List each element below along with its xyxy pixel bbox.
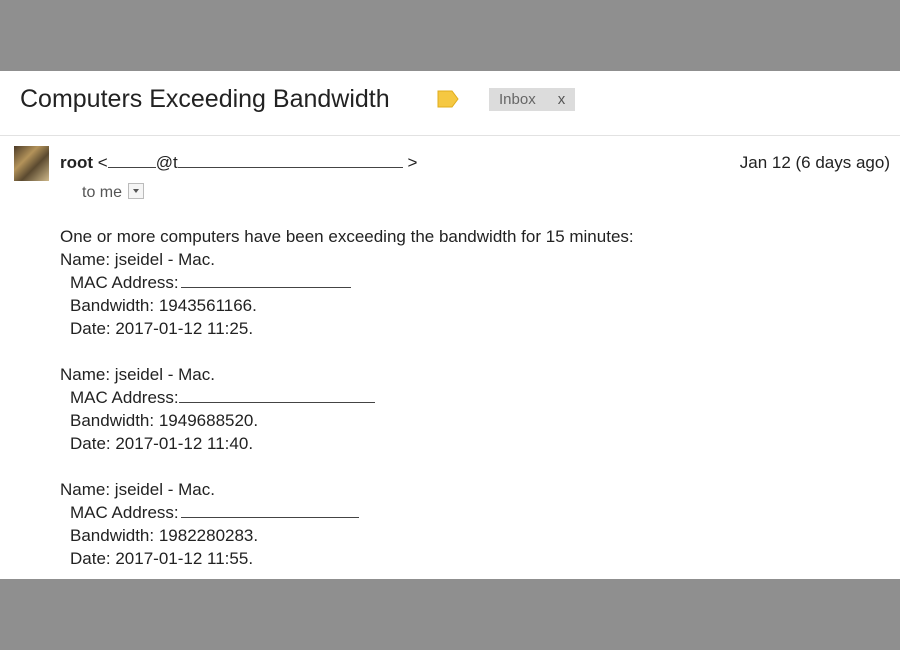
- entry-mac: MAC Address:: [60, 501, 880, 524]
- redacted-mac: [178, 388, 375, 403]
- entry-mac: MAC Address:: [60, 386, 880, 409]
- subject-header: Computers Exceeding Bandwidth Inbox x: [0, 71, 900, 136]
- mac-label: MAC Address:: [70, 503, 179, 522]
- entry-mac: MAC Address:: [60, 271, 880, 294]
- mac-label: MAC Address:: [70, 273, 179, 292]
- entry-bandwidth: Bandwidth: 1982280283.: [70, 526, 259, 545]
- recipient-label: to me: [82, 184, 123, 201]
- entry-bandwidth: Bandwidth: 1949688520.: [70, 411, 259, 430]
- entry-date: Date: 2017-01-12 11:55.: [70, 549, 254, 568]
- email-view: Computers Exceeding Bandwidth Inbox x roo…: [0, 71, 900, 579]
- entry-date: Date: 2017-01-12 11:25.: [70, 319, 254, 338]
- details-dropdown-icon[interactable]: [128, 182, 145, 199]
- sender-address: < @t >: [98, 153, 418, 172]
- inbox-label: Inbox: [499, 91, 536, 108]
- entry-name: Name: jseidel - Mac.: [60, 250, 215, 269]
- email-date: Jan 12 (6 days ago): [739, 153, 890, 172]
- sender-avatar[interactable]: [14, 146, 49, 181]
- redacted-mac: [180, 503, 359, 518]
- entry-bandwidth: Bandwidth: 1943561166.: [70, 296, 257, 315]
- intro-line: One or more computers have been exceedin…: [60, 227, 634, 246]
- email-subject: Computers Exceeding Bandwidth: [20, 85, 390, 113]
- addr-open-bracket: <: [97, 153, 108, 172]
- entry-date: Date: 2017-01-12 11:40.: [70, 434, 254, 453]
- redacted-mac: [180, 273, 351, 288]
- inbox-label-chip: Inbox x: [489, 88, 576, 111]
- recipient-line: to me: [82, 182, 145, 202]
- sender-name[interactable]: root: [60, 153, 93, 172]
- email-body: One or more computers have been exceedin…: [60, 225, 880, 570]
- sender-line: root < @t >: [60, 153, 417, 177]
- addr-at-sign: @: [155, 153, 173, 172]
- entry-name: Name: jseidel - Mac.: [60, 365, 215, 384]
- remove-label-button[interactable]: x: [558, 91, 566, 108]
- label-tag-icon[interactable]: [437, 90, 459, 108]
- mac-label: MAC Address:: [70, 388, 179, 407]
- redacted-domain: [177, 153, 403, 168]
- redacted-local-part: [107, 153, 156, 168]
- entry-name: Name: jseidel - Mac.: [60, 480, 215, 499]
- addr-close-bracket: >: [407, 153, 418, 172]
